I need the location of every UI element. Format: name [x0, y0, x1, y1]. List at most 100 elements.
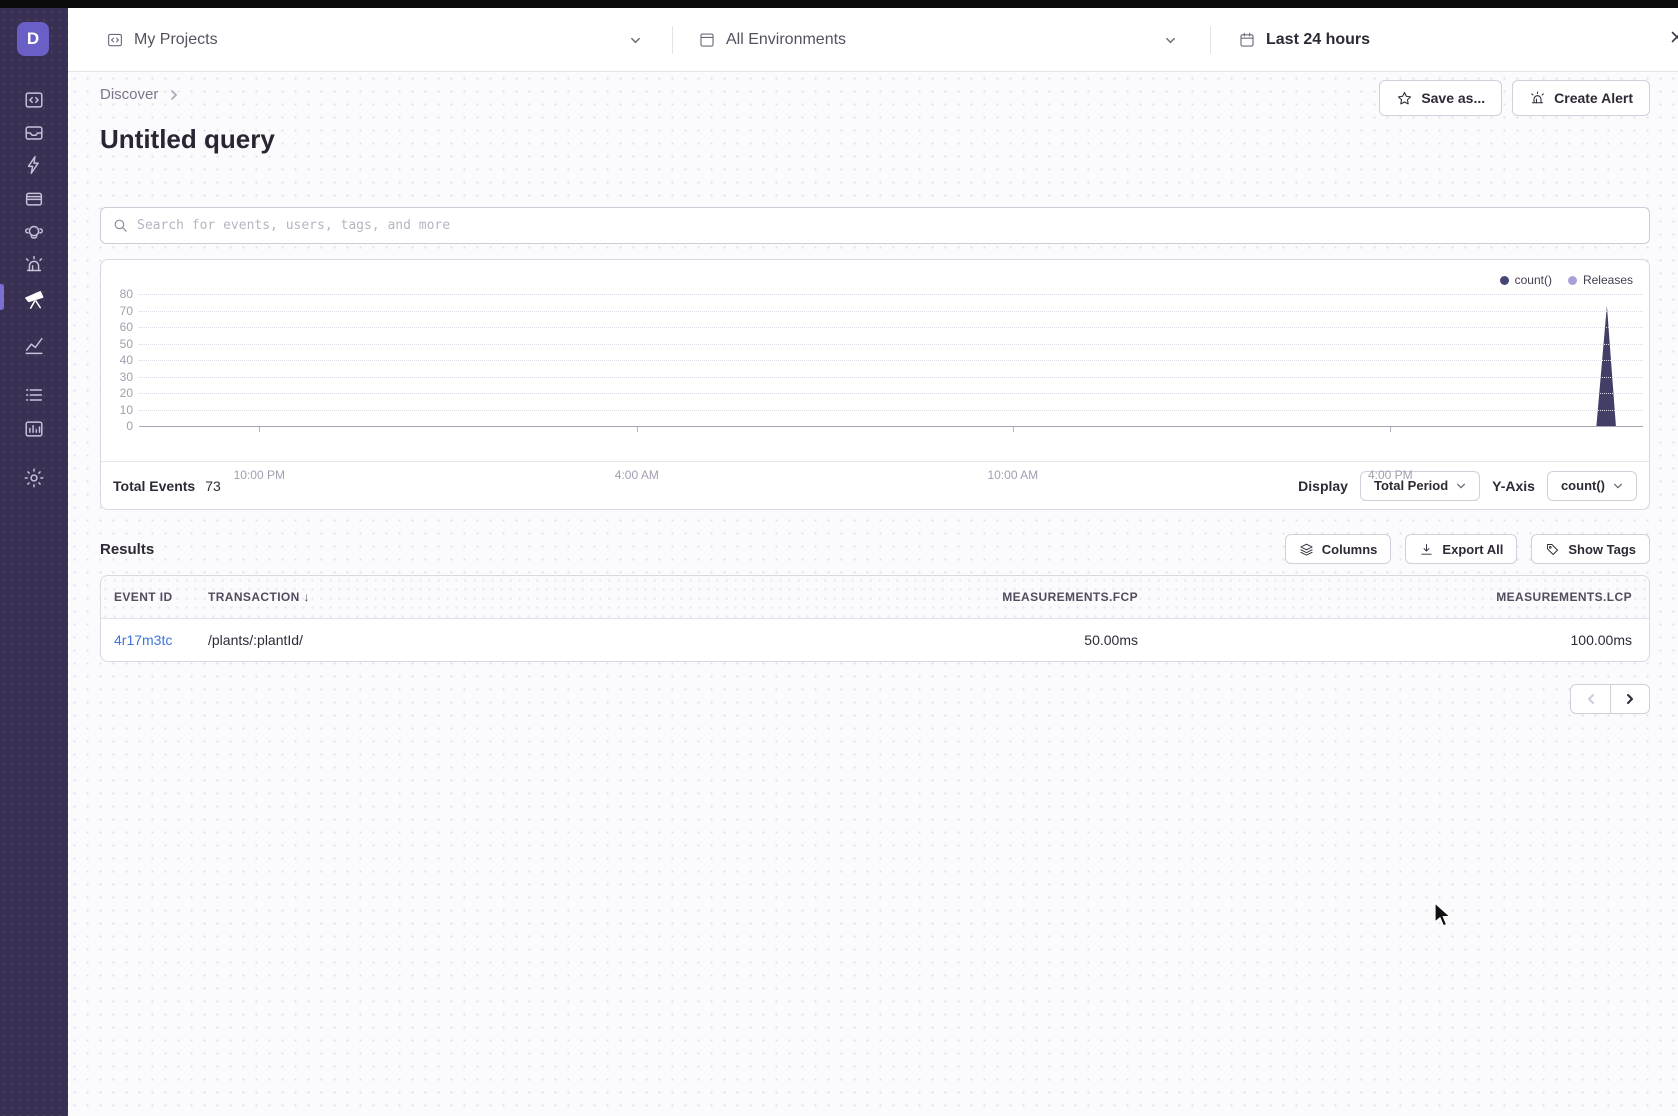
sidebar-item-issues[interactable] — [0, 118, 68, 148]
y-axis-tick-label: 20 — [107, 386, 133, 400]
topbar-divider — [672, 26, 673, 54]
legend-item-releases[interactable]: Releases — [1568, 273, 1633, 287]
x-axis-tick-label: 10:00 AM — [987, 468, 1038, 482]
sidebar-item-queries[interactable] — [0, 380, 68, 410]
clear-date-icon[interactable] — [1670, 30, 1678, 44]
project-selector[interactable]: My Projects — [106, 8, 218, 72]
column-header-event-id[interactable]: Event ID — [114, 590, 208, 604]
y-axis-tick-label: 60 — [107, 320, 133, 334]
chevron-down-icon[interactable] — [630, 35, 641, 46]
gridline — [139, 344, 1643, 345]
breadcrumb: Discover — [100, 86, 180, 103]
legend-item-count[interactable]: count() — [1500, 273, 1552, 287]
project-selector-label: My Projects — [134, 31, 218, 49]
topbar-divider — [1210, 26, 1211, 54]
column-header-measurements-lcp[interactable]: Measurements.lcp — [1138, 590, 1632, 604]
environment-selector-label: All Environments — [726, 31, 846, 49]
sidebar-item-projects[interactable] — [0, 85, 68, 115]
search-bar — [100, 207, 1650, 244]
gear-icon — [23, 467, 45, 489]
sidebar-item-discover[interactable] — [0, 284, 68, 314]
event-id-link[interactable]: 4r17m3tc — [114, 632, 172, 648]
pagination — [1570, 684, 1650, 714]
chevron-right-icon — [1624, 693, 1636, 705]
siren-icon — [1529, 90, 1546, 107]
page-title: Untitled query — [100, 124, 275, 155]
create-alert-button[interactable]: Create Alert — [1512, 80, 1650, 116]
date-range-selector[interactable]: Last 24 hours — [1238, 8, 1370, 72]
legend-dot — [1568, 276, 1577, 285]
date-range-label: Last 24 hours — [1266, 31, 1370, 49]
sidebar-item-user-feedback[interactable] — [0, 217, 68, 247]
x-axis-tick-label: 4:00 AM — [615, 468, 659, 482]
sort-descending-icon: ↓ — [303, 590, 309, 604]
x-axis-tick-label: 4:00 PM — [1368, 468, 1413, 482]
bar-chart-icon — [23, 418, 45, 440]
total-events-label: Total Events — [113, 478, 195, 494]
chart-legend: count() Releases — [1500, 273, 1633, 287]
search-input[interactable] — [137, 208, 1638, 243]
legend-label: Releases — [1583, 273, 1633, 287]
sidebar-item-stats[interactable] — [0, 414, 68, 444]
y-axis-tick-label: 10 — [107, 403, 133, 417]
sidebar-item-dashboards[interactable] — [0, 331, 68, 361]
save-as-label: Save as... — [1421, 90, 1485, 106]
save-as-button[interactable]: Save as... — [1379, 80, 1502, 116]
sidebar-item-alerts[interactable] — [0, 250, 68, 280]
yaxis-dropdown[interactable]: count() — [1547, 471, 1637, 501]
chart-plot-area — [139, 294, 1643, 426]
columns-button[interactable]: Columns — [1285, 534, 1392, 564]
gridline — [139, 410, 1643, 411]
lightning-icon — [23, 154, 45, 176]
mouse-cursor — [1434, 902, 1456, 928]
calendar-icon — [1238, 31, 1256, 49]
x-axis-tick — [259, 427, 260, 432]
download-icon — [1419, 542, 1434, 557]
main-content: Discover Untitled query Save as... Creat… — [68, 72, 1678, 1116]
siren-icon — [23, 254, 45, 276]
org-avatar[interactable]: D — [17, 22, 49, 56]
next-page-button[interactable] — [1610, 684, 1650, 714]
topbar: My Projects All Environments Last 24 hou… — [68, 8, 1678, 72]
results-table: Event IDTransaction ↓Measurements.fcpMea… — [100, 575, 1650, 662]
display-label: Display — [1298, 478, 1348, 494]
export-all-button[interactable]: Export All — [1405, 534, 1517, 564]
sidebar-item-settings[interactable] — [0, 463, 68, 493]
projects-icon — [106, 31, 124, 49]
gridline — [139, 377, 1643, 378]
x-axis-tick — [1013, 427, 1014, 432]
table-cell: 50.00ms — [948, 632, 1138, 648]
tag-icon — [1545, 542, 1560, 557]
yaxis-dropdown-value: count() — [1561, 478, 1605, 493]
total-events-value: 73 — [205, 478, 221, 494]
org-avatar-letter: D — [27, 29, 39, 49]
breadcrumb-discover-link[interactable]: Discover — [100, 86, 158, 103]
x-axis-tick — [637, 427, 638, 432]
previous-page-button[interactable] — [1570, 684, 1610, 714]
telescope-icon — [23, 288, 46, 311]
projects-icon — [23, 89, 45, 111]
star-icon — [1396, 90, 1413, 107]
chart-footer: Total Events 73 Display Total Period Y-A… — [101, 461, 1649, 509]
gridline — [139, 327, 1643, 328]
chevron-left-icon — [1585, 693, 1597, 705]
show-tags-button[interactable]: Show Tags — [1531, 534, 1650, 564]
sidebar-item-performance[interactable] — [0, 150, 68, 180]
yaxis-label: Y-Axis — [1492, 478, 1535, 494]
environment-selector[interactable]: All Environments — [698, 8, 846, 72]
table-cell: 100.00ms — [1138, 632, 1632, 648]
layers-icon — [1299, 542, 1314, 557]
x-axis-tick — [1390, 427, 1391, 432]
window-top-border — [0, 0, 1678, 8]
chevron-down-icon[interactable] — [1165, 35, 1176, 46]
events-chart-panel: count() Releases Total Events 73 Display … — [100, 259, 1650, 510]
gridline — [139, 393, 1643, 394]
y-axis-tick-label: 30 — [107, 370, 133, 384]
x-axis-tick-label: 10:00 PM — [234, 468, 285, 482]
column-header-transaction[interactable]: Transaction ↓ — [208, 590, 948, 604]
sidebar-item-releases[interactable] — [0, 183, 68, 213]
chevron-right-icon — [168, 89, 180, 101]
cell-event-id: 4r17m3tc — [114, 632, 208, 648]
export-all-button-label: Export All — [1442, 542, 1503, 557]
column-header-measurements-fcp[interactable]: Measurements.fcp — [948, 590, 1138, 604]
